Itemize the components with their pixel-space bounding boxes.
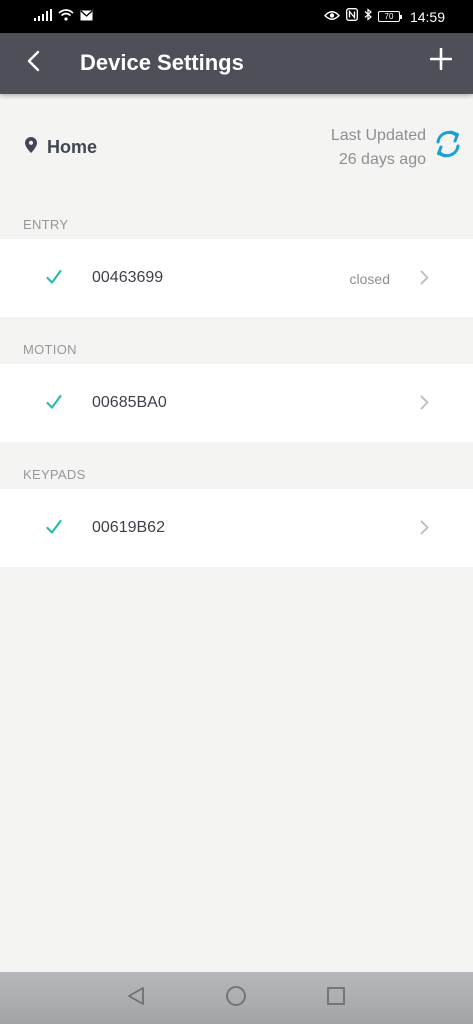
chevron-right-icon — [420, 270, 429, 290]
back-button[interactable] — [18, 47, 48, 79]
refresh-button[interactable] — [433, 129, 463, 163]
signal-icon — [34, 8, 52, 26]
square-recents-icon — [326, 986, 346, 1011]
check-icon — [46, 394, 62, 415]
section-header-keypads: KEYPADS — [23, 467, 86, 482]
nfc-icon — [346, 7, 358, 26]
nav-recents-button[interactable] — [323, 985, 349, 1011]
location-name: Home — [47, 137, 98, 157]
circle-home-icon — [225, 985, 247, 1012]
status-time: 14:59 — [409, 8, 445, 25]
check-icon — [46, 519, 62, 540]
wifi-icon — [58, 8, 74, 26]
triangle-back-icon — [126, 986, 146, 1011]
device-id: 00685BA0 — [92, 394, 167, 411]
eye-icon — [323, 8, 340, 26]
device-status: closed — [349, 271, 390, 287]
app-bar: Device Settings — [0, 33, 473, 94]
nav-back-button[interactable] — [123, 985, 149, 1011]
last-updated-label: Last Updated — [330, 127, 426, 144]
section-header-entry: ENTRY — [23, 217, 69, 232]
page-title: Device Settings — [80, 50, 244, 75]
device-id: 00619B62 — [92, 519, 165, 536]
section-header-motion: MOTION — [23, 342, 77, 357]
battery-level: 70 — [384, 11, 394, 21]
nav-home-button[interactable] — [223, 985, 249, 1011]
bluetooth-icon — [364, 7, 372, 26]
chevron-left-icon — [26, 50, 40, 77]
add-device-button[interactable] — [425, 45, 457, 77]
status-right: 70 14:59 — [323, 7, 445, 26]
status-bar: 70 14:59 — [0, 0, 473, 33]
system-nav-bar — [0, 972, 473, 1024]
plus-icon — [429, 47, 453, 75]
device-row-keypads[interactable]: 00619B62 — [0, 489, 473, 567]
chevron-right-icon — [420, 395, 429, 415]
last-updated-value: 26 days ago — [338, 151, 426, 168]
device-row-entry[interactable]: 00463699 closed — [0, 239, 473, 317]
device-id: 00463699 — [92, 269, 164, 286]
check-icon — [46, 269, 62, 290]
refresh-icon — [434, 128, 462, 165]
last-updated: Last Updated 26 days ago — [331, 124, 426, 172]
mail-icon — [80, 8, 93, 26]
location: Home — [25, 137, 97, 158]
battery-icon: 70 — [377, 11, 402, 22]
chevron-right-icon — [420, 520, 429, 540]
location-pin-icon — [25, 137, 37, 158]
device-row-motion[interactable]: 00685BA0 — [0, 364, 473, 442]
status-left — [34, 8, 93, 26]
